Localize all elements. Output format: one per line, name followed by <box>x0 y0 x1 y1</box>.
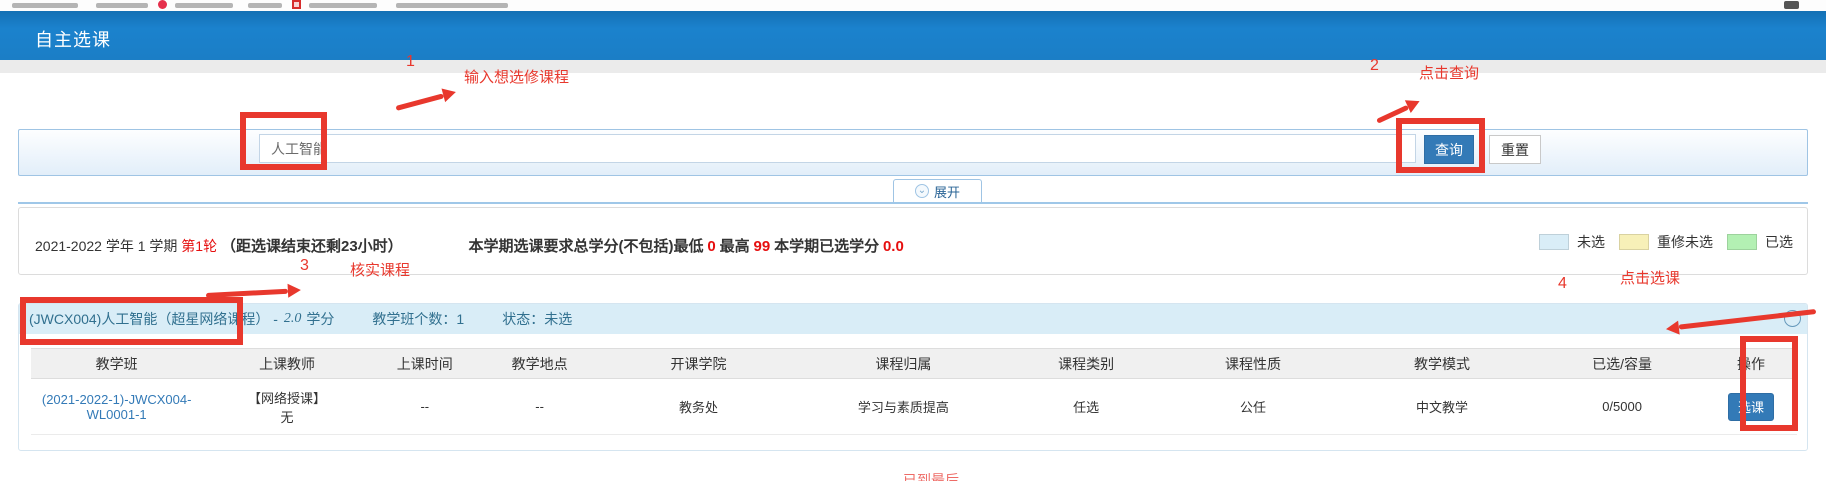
legend-label-unselected: 未选 <box>1577 232 1605 252</box>
annotation-step-1-label: 输入想选修课程 <box>464 66 569 87</box>
bookmark-text-fragment[interactable] <box>12 3 78 8</box>
course-search-input[interactable] <box>259 134 1416 163</box>
annotation-arrow-3 <box>206 283 302 302</box>
page-title: 自主选课 <box>35 26 111 52</box>
course-panel: (JWCX004)人工智能（超星网络课程） - 2.0 学分 教学班个数：1 状… <box>18 303 1808 451</box>
col-header-place: 教学地点 <box>478 349 602 379</box>
col-header-belong: 课程归属 <box>796 349 1011 379</box>
expand-toggle[interactable]: ⌄ 展开 <box>893 179 982 202</box>
col-header-action: 操作 <box>1705 349 1797 379</box>
col-header-time: 上课时间 <box>372 349 478 379</box>
col-header-capacity: 已选/容量 <box>1539 349 1705 379</box>
red-dot-icon[interactable] <box>158 0 167 9</box>
bookmark-text-fragment[interactable] <box>248 3 282 8</box>
cell-nature: 公任 <box>1161 379 1345 435</box>
cell-capacity: 0/5000 <box>1539 379 1705 435</box>
round-text: 第1轮 <box>181 238 217 254</box>
cell-teacher: 【网络授课】 无 <box>202 379 372 435</box>
bookmark-text-fragment[interactable] <box>96 3 148 8</box>
legend-swatch-unselected <box>1539 234 1569 250</box>
annotation-step-3-number: 3 <box>300 257 309 275</box>
red-badge-icon[interactable] <box>292 0 301 9</box>
course-status: 状态：未选 <box>502 309 572 329</box>
expand-label: 展开 <box>934 182 960 201</box>
teacher-type: 【网络授课】 <box>202 388 372 407</box>
course-class-count: 教学班个数：1 <box>372 309 464 329</box>
teacher-name: 无 <box>202 407 372 426</box>
legend-label-retake: 重修未选 <box>1657 232 1713 252</box>
course-credit-suffix: 学分 <box>306 309 334 329</box>
col-header-college: 开课学院 <box>601 349 795 379</box>
selected-credit-value: 0.0 <box>883 238 904 255</box>
semester-text: 2021-2022 学年 1 学期 <box>35 238 177 254</box>
divider-line <box>18 202 1808 204</box>
table-header-row: 教学班 上课教师 上课时间 教学地点 开课学院 课程归属 课程类别 课程性质 教… <box>31 349 1797 379</box>
cell-time: -- <box>372 379 478 435</box>
selected-credit-label: 本学期已选学分 <box>774 238 879 255</box>
semester-info-panel: 2021-2022 学年 1 学期 第1轮 （距选课结束还剩23小时） 本学期选… <box>18 207 1808 275</box>
course-credit-value: 2.0 <box>284 311 302 327</box>
col-header-teacher: 上课教师 <box>202 349 372 379</box>
col-header-category: 课程类别 <box>1011 349 1161 379</box>
legend-swatch-retake <box>1619 234 1649 250</box>
chevron-down-icon: ⌄ <box>915 184 929 198</box>
annotation-arrow-1 <box>394 85 458 115</box>
cell-mode: 中文教学 <box>1345 379 1539 435</box>
annotation-arrow-2 <box>1374 95 1423 128</box>
annotation-step-3-label: 核实课程 <box>350 259 410 280</box>
course-band[interactable]: (JWCX004)人工智能（超星网络课程） - 2.0 学分 教学班个数：1 状… <box>19 304 1807 334</box>
cell-place: -- <box>478 379 602 435</box>
table-row: (2021-2022-1)-JWCX004-WL0001-1 【网络授课】 无 … <box>31 379 1797 435</box>
cell-college: 教务处 <box>601 379 795 435</box>
class-code-link[interactable]: (2021-2022-1)-JWCX004-WL0001-1 <box>42 392 192 422</box>
query-button[interactable]: 查询 <box>1424 135 1474 164</box>
annotation-step-2-label: 点击查询 <box>1419 62 1479 83</box>
browser-bookmarks-bar <box>0 0 1826 11</box>
end-of-list-text: 已到最后 <box>903 470 959 481</box>
select-course-button[interactable]: 选课 <box>1728 393 1774 421</box>
bookmark-text-fragment[interactable] <box>309 3 377 8</box>
annotation-step-4-number: 4 <box>1558 275 1567 293</box>
bookmark-text-fragment[interactable] <box>396 3 508 8</box>
cell-belong: 学习与素质提高 <box>796 379 1011 435</box>
col-header-nature: 课程性质 <box>1161 349 1345 379</box>
col-header-class: 教学班 <box>31 349 202 379</box>
app-header: 自主选课 <box>0 11 1826 60</box>
tablet-icon[interactable] <box>1784 1 1799 9</box>
reset-button[interactable]: 重置 <box>1489 135 1541 164</box>
course-selection-screen: 自主选课 查询 重置 ⌄ 展开 2021-2022 学年 1 学期 第1轮 （距… <box>0 0 1826 481</box>
course-title: (JWCX004)人工智能（超星网络课程） - <box>29 309 278 329</box>
class-table: 教学班 上课教师 上课时间 教学地点 开课学院 课程归属 课程类别 课程性质 教… <box>31 348 1797 435</box>
annotation-step-2-number: 2 <box>1370 57 1379 75</box>
chevron-up-icon[interactable]: ⌃ <box>1784 310 1801 327</box>
legend-label-selected: 已选 <box>1765 232 1793 252</box>
bookmark-text-fragment[interactable] <box>175 3 233 8</box>
cell-category: 任选 <box>1011 379 1161 435</box>
annotation-step-1-number: 1 <box>406 53 415 71</box>
col-header-mode: 教学模式 <box>1345 349 1539 379</box>
legend-swatch-selected <box>1727 234 1757 250</box>
sub-header-strip <box>0 60 1826 73</box>
countdown-text: （距选课结束还剩23小时） <box>221 238 403 255</box>
credit-requirement-text: 本学期选课要求总学分(不包括)最低 <box>468 238 703 255</box>
min-credit-value: 0 <box>707 238 715 255</box>
semester-info-text: 2021-2022 学年 1 学期 第1轮 （距选课结束还剩23小时） 本学期选… <box>35 235 904 256</box>
search-panel: 查询 重置 <box>18 129 1808 176</box>
max-credit-value: 99 <box>753 238 770 255</box>
max-credit-label: 最高 <box>720 238 750 255</box>
status-legend: 未选 重修未选 已选 <box>1539 232 1793 252</box>
annotation-step-4-label: 点击选课 <box>1620 267 1680 288</box>
